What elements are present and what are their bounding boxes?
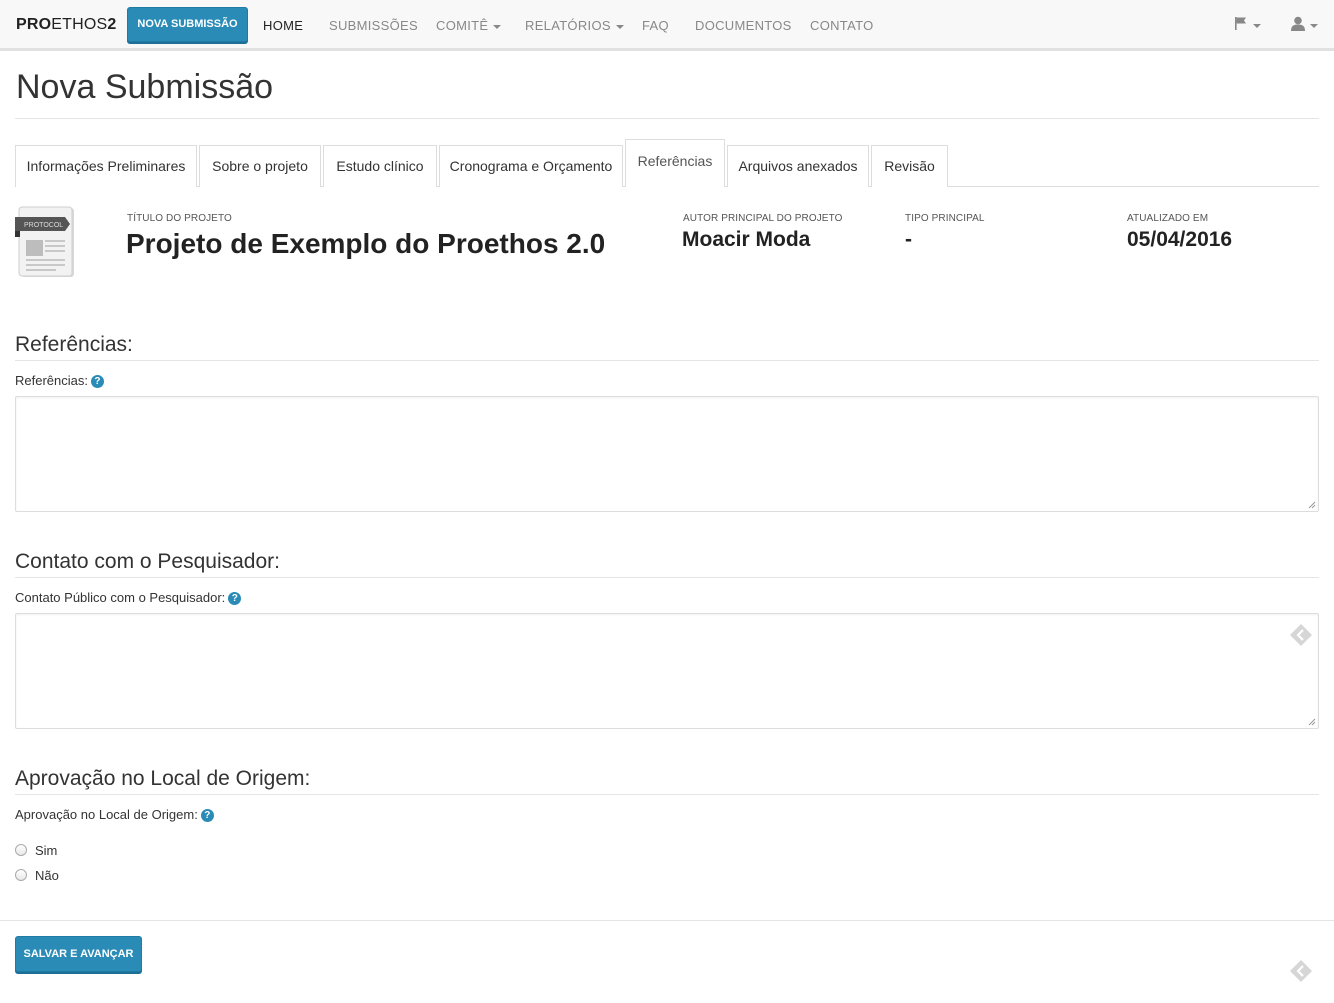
divider xyxy=(15,577,1319,578)
project-title: Projeto de Exemplo do Proethos 2.0 xyxy=(126,228,606,259)
brand-light: ETHOS xyxy=(51,16,108,33)
nav-submissions[interactable]: SUBMISSÕES xyxy=(329,18,418,33)
nav-faq-label: FAQ xyxy=(642,18,669,33)
user-icon xyxy=(1291,16,1318,31)
help-icon[interactable]: ? xyxy=(200,809,214,822)
contact-field-label: Contato Público com o Pesquisador:? xyxy=(15,590,242,605)
field-label-text: Aprovação no Local de Origem: xyxy=(15,807,198,822)
resize-grip-icon[interactable] xyxy=(1308,718,1316,726)
radio-label: Não xyxy=(35,868,59,883)
page-title: Nova Submissão xyxy=(16,68,274,106)
nav-contact[interactable]: CONTATO xyxy=(810,18,874,33)
tab-preliminary-info[interactable]: Informações Preliminares xyxy=(15,145,197,187)
field-label-text: Contato Público com o Pesquisador: xyxy=(15,590,226,605)
new-submission-button[interactable]: NOVA SUBMISSÃO xyxy=(127,7,248,42)
tab-label: Informações Preliminares xyxy=(26,158,186,174)
nav-reports[interactable]: RELATÓRIOS xyxy=(525,18,624,33)
divider xyxy=(0,920,1334,921)
brand-bold: PRO xyxy=(16,16,52,33)
approval-option-yes[interactable]: Sim xyxy=(15,843,57,858)
grammar-assistant-icon[interactable] xyxy=(1289,959,1313,983)
divider xyxy=(15,360,1319,361)
nav-documents-label: DOCUMENTOS xyxy=(695,18,792,33)
brand-logo[interactable]: PROETHOS2 xyxy=(16,16,117,34)
nav-submissions-label: SUBMISSÕES xyxy=(329,18,418,33)
section-title-contact: Contato com o Pesquisador: xyxy=(15,550,280,573)
updated-date: 05/04/2016 xyxy=(1127,228,1233,251)
author-label: AUTOR PRINCIPAL DO PROJETO xyxy=(683,213,843,224)
flag-icon xyxy=(1235,17,1261,30)
tab-clinical-study[interactable]: Estudo clínico xyxy=(323,145,437,187)
radio-button[interactable] xyxy=(15,869,27,881)
nav-documents[interactable]: DOCUMENTOS xyxy=(695,18,792,33)
references-field-label: Referências:? xyxy=(15,373,104,388)
brand-number: 2 xyxy=(107,16,117,33)
top-navbar: PROETHOS2 NOVA SUBMISSÃO HOME SUBMISSÕES… xyxy=(0,0,1334,51)
chevron-down-icon xyxy=(493,24,502,29)
nav-contact-label: CONTATO xyxy=(810,18,874,33)
section-title-approval: Aprovação no Local de Origem: xyxy=(15,767,311,790)
references-textarea[interactable] xyxy=(15,396,1319,512)
resize-grip-icon[interactable] xyxy=(1308,501,1316,509)
approval-option-no[interactable]: Não xyxy=(15,868,59,883)
nav-committee[interactable]: COMITÊ xyxy=(436,18,502,33)
nav-home[interactable]: HOME xyxy=(263,18,303,33)
type-value: - xyxy=(905,228,912,251)
tab-label: Referências xyxy=(637,153,713,169)
section-title-references: Referências: xyxy=(15,333,133,356)
nav-committee-label: COMITÊ xyxy=(436,18,489,33)
language-dropdown[interactable] xyxy=(1234,16,1262,37)
help-icon[interactable]: ? xyxy=(90,375,104,388)
grammar-assistant-icon[interactable] xyxy=(1289,623,1313,647)
help-icon[interactable]: ? xyxy=(228,592,242,605)
nav-faq[interactable]: FAQ xyxy=(642,18,669,33)
project-title-label: TÍTULO DO PROJETO xyxy=(127,213,232,224)
chevron-down-icon xyxy=(615,24,624,29)
tab-label: Sobre o projeto xyxy=(212,158,308,174)
contact-textarea[interactable] xyxy=(15,613,1319,729)
tab-label: Revisão xyxy=(884,158,935,174)
tab-label: Cronograma e Orçamento xyxy=(449,158,613,174)
tab-about-project[interactable]: Sobre o projeto xyxy=(199,145,321,187)
approval-field-label: Aprovação no Local de Origem:? xyxy=(15,807,214,822)
radio-label: Sim xyxy=(35,843,58,858)
tab-attached-files[interactable]: Arquivos anexados xyxy=(727,145,869,187)
user-dropdown[interactable] xyxy=(1290,16,1320,37)
tab-label: Arquivos anexados xyxy=(738,158,858,174)
author-name: Moacir Moda xyxy=(682,228,811,251)
divider xyxy=(15,794,1319,795)
divider xyxy=(15,118,1319,119)
tab-review[interactable]: Revisão xyxy=(871,145,948,187)
tab-references[interactable]: Referências xyxy=(625,139,725,187)
tab-label: Estudo clínico xyxy=(336,158,424,174)
field-label-text: Referências: xyxy=(15,373,88,388)
type-label: TIPO PRINCIPAL xyxy=(905,213,985,224)
radio-button[interactable] xyxy=(15,844,27,856)
nav-reports-label: RELATÓRIOS xyxy=(525,18,611,33)
protocol-label: PROTOCOL xyxy=(24,222,63,229)
tab-schedule-budget[interactable]: Cronograma e Orçamento xyxy=(439,145,623,187)
updated-label: ATUALIZADO EM xyxy=(1127,213,1209,224)
protocol-document-icon: PROTOCOL xyxy=(15,206,77,285)
save-and-continue-button[interactable]: SALVAR E AVANÇAR xyxy=(15,936,142,972)
nav-home-label: HOME xyxy=(263,18,304,33)
